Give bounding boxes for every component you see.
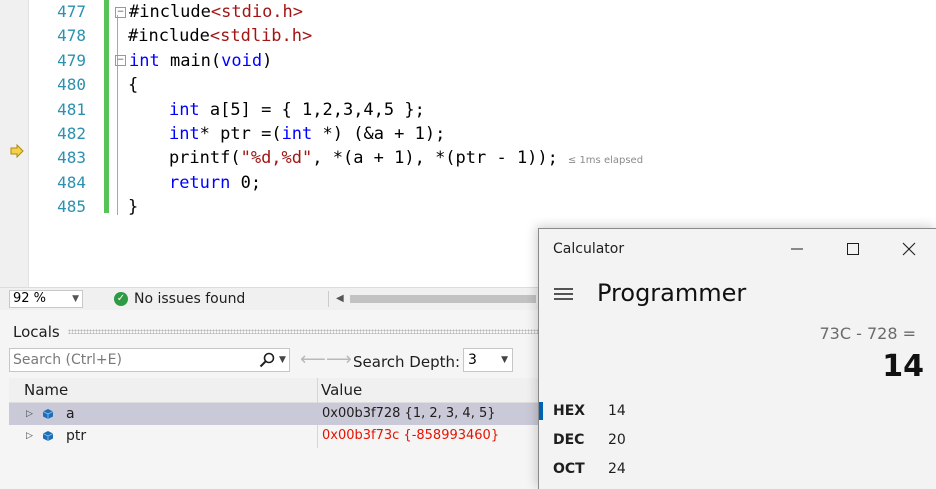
radix-label: HEX — [553, 403, 586, 419]
column-header-name[interactable]: Name — [24, 381, 68, 399]
code-line[interactable]: return 0; — [112, 171, 643, 195]
result-display: 14 — [882, 349, 924, 384]
check-circle-icon: ✓ — [114, 292, 128, 306]
search-depth-select[interactable]: 3 ▼ — [463, 348, 513, 372]
variable-name: ptr — [66, 428, 87, 444]
line-number: 481 — [57, 99, 86, 119]
line-number: 480 — [57, 75, 86, 95]
arrow-left-icon[interactable]: ⟵ — [300, 350, 326, 370]
variable-name: a — [66, 406, 75, 422]
search-depth-value: 3 — [468, 352, 477, 368]
code-line[interactable]: − #include<stdio.h> — [112, 0, 643, 24]
radix-value: 14 — [608, 403, 626, 419]
expand-arrow-icon[interactable]: ▷ — [26, 429, 33, 443]
issues-status[interactable]: No issues found — [134, 290, 245, 308]
line-number: 479 — [57, 50, 86, 70]
line-number: 485 — [57, 197, 86, 217]
line-number: 477 — [57, 2, 86, 21]
search-box[interactable]: ▼ — [9, 348, 290, 372]
radix-value: 24 — [608, 461, 626, 477]
window-title: Calculator — [553, 241, 625, 257]
change-tracking-bar — [104, 0, 109, 213]
divider — [328, 291, 329, 307]
calculator-window: Calculator Programmer 73C - 728 = 14 HEX… — [538, 228, 936, 489]
line-numbers: 477 478 479 480 481 482 483 484 485 — [28, 0, 86, 220]
grid-header: Name Value — [9, 378, 539, 403]
locals-grid: Name Value ▷ a 0x00b3f728 {1, 2, 3, 4, 5… — [9, 378, 539, 448]
code-line[interactable]: printf("%d,%d", *(a + 1), *(ptr - 1)); ≤ … — [112, 146, 643, 170]
code-line[interactable]: #include<stdlib.h> — [112, 24, 643, 48]
line-number: 483 — [57, 148, 86, 168]
zoom-value: 92 % — [13, 291, 47, 306]
table-row[interactable]: ▷ a 0x00b3f728 {1, 2, 3, 4, 5} — [9, 403, 539, 425]
arrow-icon — [10, 144, 24, 158]
radix-hex[interactable]: HEX 14 — [539, 397, 936, 425]
calculator-mode-title: Programmer — [597, 279, 747, 307]
line-number: 484 — [57, 172, 86, 192]
scroll-left-icon[interactable]: ◀ — [336, 291, 344, 307]
search-input[interactable] — [13, 351, 243, 369]
table-row[interactable]: ▷ ptr 0x00b3f73c {-858993460} — [9, 425, 539, 447]
expand-arrow-icon[interactable]: ▷ — [26, 407, 33, 421]
variable-icon — [42, 431, 54, 441]
close-icon[interactable] — [897, 237, 921, 261]
expression-display: 73C - 728 = — [819, 324, 916, 343]
locals-title: Locals — [13, 323, 60, 341]
radix-label: OCT — [553, 461, 585, 477]
variable-icon — [42, 409, 54, 419]
radix-label: DEC — [553, 432, 585, 448]
collapse-icon[interactable]: − — [115, 55, 126, 67]
code-line[interactable]: } — [112, 195, 643, 219]
column-header-value[interactable]: Value — [321, 381, 362, 399]
code-line[interactable]: { — [112, 73, 643, 97]
radix-dec[interactable]: DEC 20 — [539, 426, 936, 454]
maximize-icon[interactable] — [841, 237, 865, 261]
horizontal-scrollbar-thumb[interactable] — [350, 295, 536, 303]
search-icon[interactable] — [258, 352, 276, 368]
chevron-down-icon: ▼ — [501, 355, 508, 365]
breakpoint-gutter[interactable] — [0, 0, 29, 287]
hamburger-menu-icon[interactable] — [554, 288, 573, 300]
line-number: 482 — [57, 123, 86, 143]
active-radix-indicator — [539, 402, 543, 420]
code-line[interactable]: int a[5] = { 1,2,3,4,5 }; — [112, 98, 643, 122]
arrow-right-icon[interactable]: ⟶ — [326, 350, 352, 370]
chevron-down-icon[interactable]: ▼ — [279, 352, 286, 368]
collapse-icon[interactable]: − — [115, 6, 126, 18]
variable-value[interactable]: 0x00b3f728 {1, 2, 3, 4, 5} — [322, 405, 496, 423]
search-depth-label: Search Depth: — [353, 353, 461, 371]
code-text[interactable]: − #include<stdio.h> #include<stdlib.h> − i… — [112, 0, 643, 220]
code-line[interactable]: − int main(void) — [112, 49, 643, 73]
elapsed-time-hint: ≤ 1ms elapsed — [567, 155, 644, 167]
drag-grip[interactable] — [68, 329, 548, 334]
radix-value: 20 — [608, 432, 626, 448]
zoom-dropdown[interactable]: 92 % ▼ — [9, 290, 83, 308]
code-line[interactable]: int* ptr =(int *) (&a + 1); — [112, 122, 643, 146]
minimize-icon[interactable] — [785, 237, 809, 261]
chevron-down-icon: ▼ — [72, 294, 79, 304]
variable-value[interactable]: 0x00b3f73c {-858993460} — [322, 427, 499, 445]
line-number: 478 — [57, 26, 86, 46]
radix-oct[interactable]: OCT 24 — [539, 455, 936, 483]
